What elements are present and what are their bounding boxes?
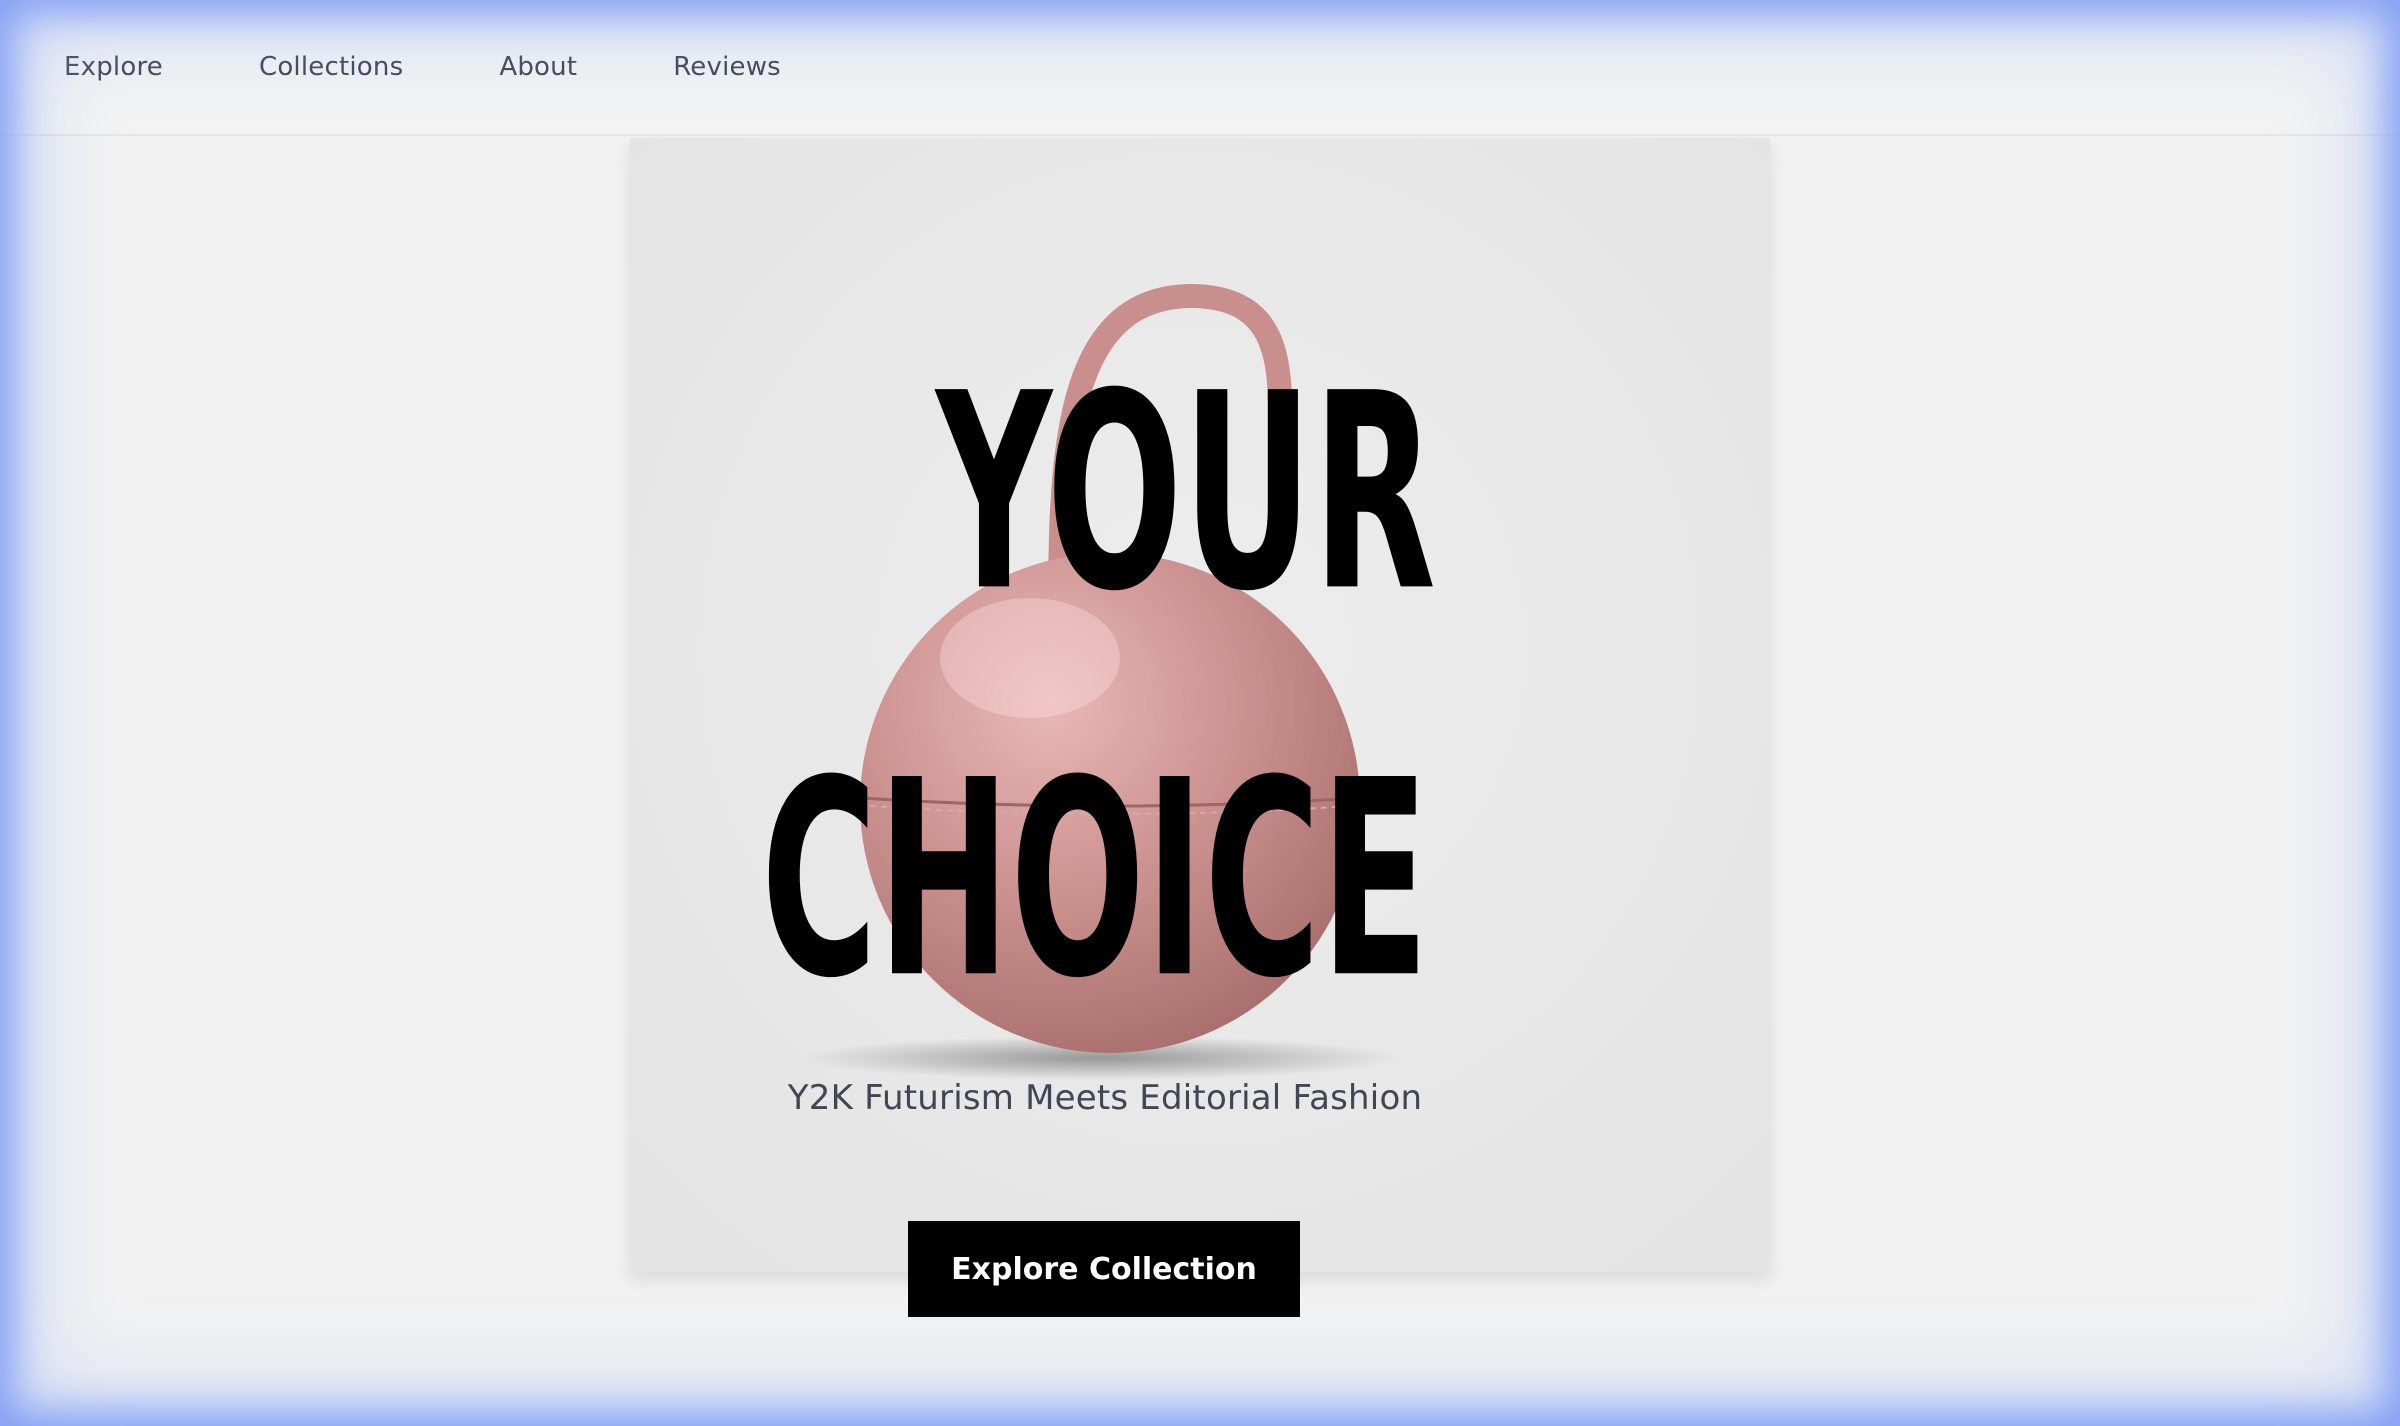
nav-collections[interactable]: Collections [259,52,403,82]
page-viewport: Explore Collections About Reviews YOUR C… [0,0,2400,1426]
nav-reviews[interactable]: Reviews [673,52,781,82]
headline-line2-text: CHOICE [761,723,1429,983]
hero-card: YOUR CHOICE Y2K Futurism Meets Editorial… [630,138,1770,1272]
hero-subtitle: Y2K Futurism Meets Editorial Fashion [787,1078,1423,1118]
explore-collection-button[interactable]: Explore Collection [908,1221,1300,1317]
headline-choice: CHOICE [750,683,1550,1038]
headline-line1-text: YOUR [933,336,1436,594]
top-navigation: Explore Collections About Reviews [0,0,2400,136]
nav-explore[interactable]: Explore [64,52,163,82]
headline-your: YOUR [826,324,1546,651]
nav-about[interactable]: About [499,52,577,82]
